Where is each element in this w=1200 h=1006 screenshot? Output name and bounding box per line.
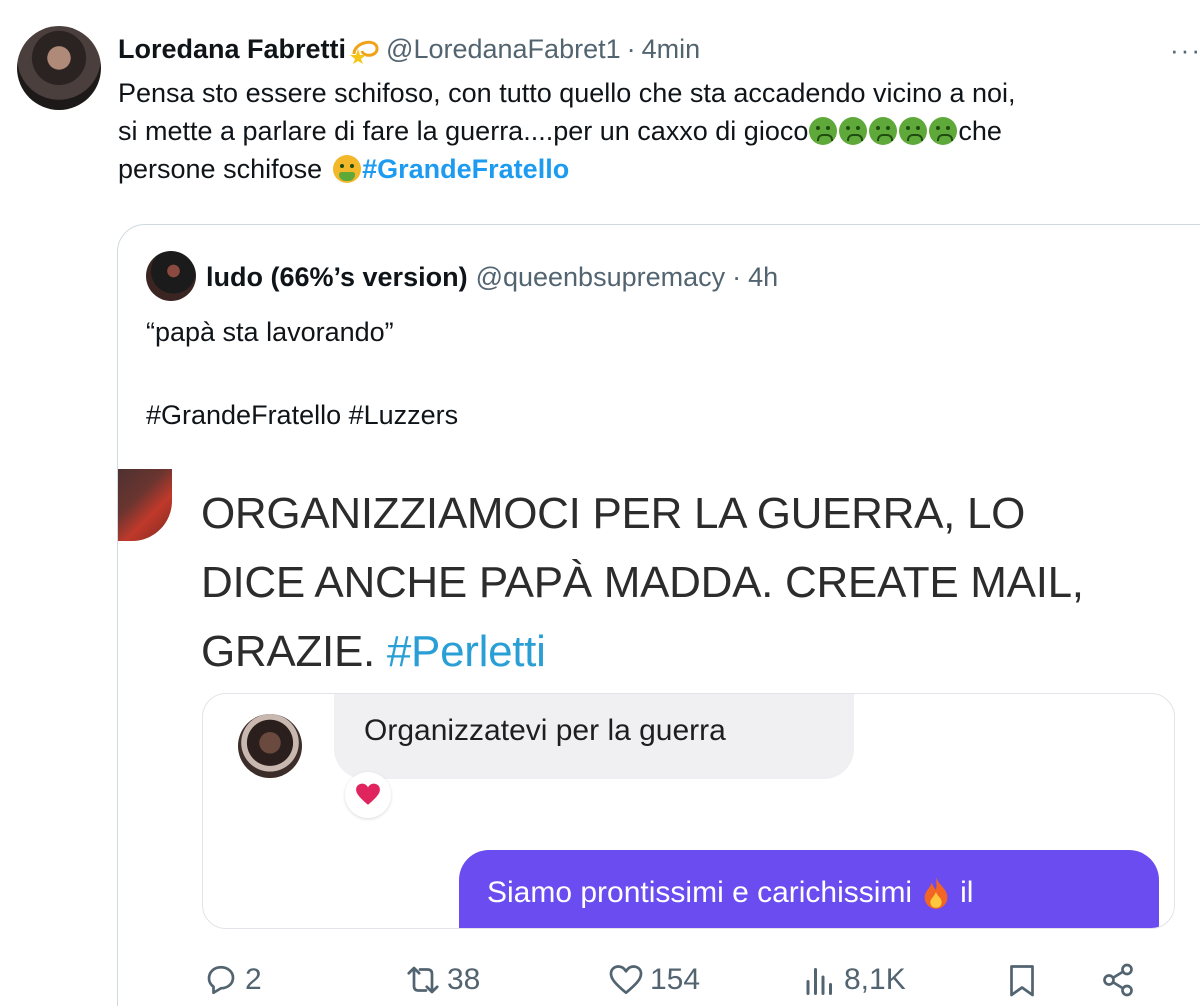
media-caption-line: ORGANIZZIAMOCI PER LA GUERRA, LO bbox=[201, 489, 1026, 538]
share-button[interactable] bbox=[1100, 962, 1142, 998]
tweet-text-line: si mette a parlare di fare la guerra....… bbox=[118, 112, 1200, 150]
analytics-icon bbox=[806, 968, 832, 995]
tweet-text-segment: che bbox=[958, 116, 1002, 146]
quoted-tweet-hashtags[interactable]: #GrandeFratello #Luzzers bbox=[146, 400, 458, 431]
bookmark-icon bbox=[1010, 965, 1034, 997]
tweet-header: Loredana Fabretti @LoredanaFabret1 · 4mi… bbox=[118, 31, 1200, 67]
quoted-author-avatar[interactable] bbox=[146, 251, 196, 301]
media-caption-segment: GRAZIE. bbox=[201, 627, 375, 676]
media-caption: ORGANIZZIAMOCI PER LA GUERRA, LO DICE AN… bbox=[201, 479, 1200, 686]
more-options-icon[interactable]: ··· bbox=[1170, 35, 1200, 66]
nauseated-face-emoji-icon bbox=[839, 117, 868, 145]
media-caption-line: DICE ANCHE PAPÀ MADDA. CREATE MAIL, bbox=[201, 558, 1084, 607]
chat-sender-avatar bbox=[238, 714, 302, 778]
heart-reaction-icon bbox=[345, 772, 391, 818]
nauseated-face-emoji-icon bbox=[869, 117, 898, 145]
chat-incoming-text: Organizzatevi per la guerra bbox=[364, 714, 726, 747]
media-profile-picture bbox=[118, 469, 172, 541]
chat-incoming-bubble: Organizzatevi per la guerra bbox=[334, 694, 854, 779]
chat-outgoing-text-wrap: Siamo prontissimi e carichissimi il bbox=[487, 876, 973, 910]
tweet-time[interactable]: 4min bbox=[642, 34, 701, 65]
chat-outgoing-text-tail: il bbox=[960, 876, 974, 909]
bookmark-button[interactable] bbox=[1004, 962, 1046, 998]
dizzy-star-emoji-icon bbox=[350, 34, 380, 64]
hashtag-link[interactable]: #GrandeFratello bbox=[362, 150, 569, 188]
quoted-header-separator: · bbox=[732, 261, 742, 292]
retweet-button[interactable]: 38 bbox=[405, 962, 480, 998]
quoted-author-name[interactable]: ludo (66%’s version) bbox=[206, 262, 468, 293]
like-button[interactable]: 154 bbox=[608, 962, 700, 998]
heart-icon bbox=[609, 965, 643, 995]
quoted-tweet-header: ludo (66%’s version) @queenbsupremacy · … bbox=[206, 259, 778, 295]
tweet-text-segment: si mette a parlare di fare la guerra....… bbox=[118, 116, 809, 146]
like-count: 154 bbox=[650, 963, 701, 996]
tweet-text-segment: persone schifose bbox=[118, 154, 323, 184]
vomiting-face-emoji-icon bbox=[333, 155, 362, 183]
retweet-icon bbox=[407, 966, 439, 994]
nauseated-face-emoji-icon bbox=[899, 117, 928, 145]
retweet-count: 38 bbox=[447, 963, 481, 996]
author-name[interactable]: Loredana Fabretti bbox=[118, 34, 346, 65]
views-button[interactable]: 8,1K bbox=[802, 962, 906, 998]
tweet-text-line: persone schifose #GrandeFratello bbox=[118, 150, 1200, 188]
chat-outgoing-bubble: Siamo prontissimi e carichissimi il bbox=[459, 850, 1159, 928]
fire-emoji-icon bbox=[924, 877, 948, 909]
tweet-body: Pensa sto essere schifoso, con tutto que… bbox=[118, 74, 1200, 188]
header-separator: · bbox=[626, 33, 636, 64]
reply-count: 2 bbox=[245, 963, 262, 996]
quoted-tweet-card[interactable]: ludo (66%’s version) @queenbsupremacy · … bbox=[117, 224, 1200, 1006]
share-icon bbox=[1103, 963, 1133, 997]
reply-button[interactable]: 2 bbox=[203, 962, 262, 998]
author-avatar[interactable] bbox=[17, 26, 101, 110]
author-handle[interactable]: @LoredanaFabret1 bbox=[386, 34, 621, 65]
media-hashtag: #Perletti bbox=[386, 627, 546, 676]
nauseated-face-emoji-icon bbox=[809, 117, 838, 145]
quoted-tweet-media-image[interactable]: ORGANIZZIAMOCI PER LA GUERRA, LO DICE AN… bbox=[118, 469, 1200, 1006]
quoted-author-handle[interactable]: @queenbsupremacy bbox=[476, 262, 726, 293]
quoted-tweet-time[interactable]: 4h bbox=[748, 262, 778, 293]
nauseated-face-emoji-icon bbox=[929, 117, 958, 145]
chat-screenshot: Organizzatevi per la guerra Siamo pronti… bbox=[202, 693, 1175, 929]
tweet-text-line: Pensa sto essere schifoso, con tutto que… bbox=[118, 78, 1016, 108]
views-count: 8,1K bbox=[844, 963, 906, 996]
tweet-action-bar: 2 38 154 8,1K bbox=[0, 956, 1200, 1006]
media-caption-line: GRAZIE. #Perletti bbox=[201, 617, 1200, 686]
chat-outgoing-text: Siamo prontissimi e carichissimi bbox=[487, 876, 913, 909]
reply-icon bbox=[207, 965, 235, 995]
quoted-tweet-text: “papà sta lavorando” bbox=[146, 317, 394, 347]
